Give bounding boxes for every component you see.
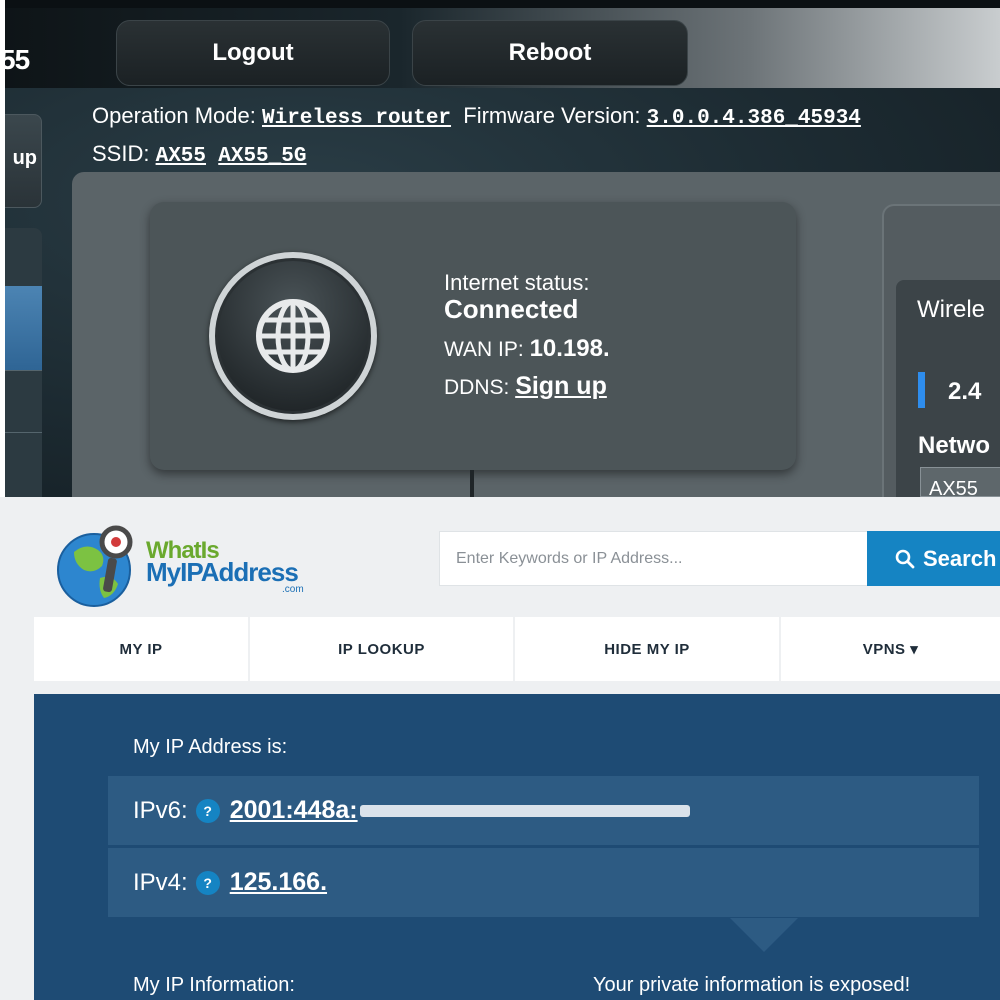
ipv4-help-icon[interactable]: ? bbox=[195, 870, 220, 895]
ipv6-value-link[interactable]: 2001:448a: bbox=[230, 796, 358, 825]
network-name-value: AX55 bbox=[929, 478, 978, 497]
router-admin-panel: 55 Logout Reboot up Operation Mode: Wire… bbox=[0, 0, 1000, 497]
side-menu-divider bbox=[0, 370, 42, 371]
network-name-input[interactable]: AX55 bbox=[920, 467, 1000, 497]
network-name-label: Netwo bbox=[918, 432, 990, 459]
internet-globe-button[interactable] bbox=[209, 252, 377, 420]
ssid-link-5g[interactable]: AX55_5G bbox=[218, 145, 306, 168]
ssid-label: SSID: bbox=[92, 141, 150, 166]
ipv6-help-icon[interactable]: ? bbox=[195, 798, 220, 823]
logout-button[interactable]: Logout bbox=[116, 20, 390, 86]
band-indicator bbox=[918, 372, 925, 408]
ipv6-label: IPv6: bbox=[133, 796, 188, 824]
wan-ip-label: WAN IP: bbox=[444, 338, 524, 361]
top-strip bbox=[0, 0, 1000, 8]
ipv6-row: IPv6: ? 2001:448a: bbox=[108, 776, 979, 845]
wan-ip-line: WAN IP: 10.198. bbox=[444, 335, 610, 363]
operation-mode-line: Operation Mode: Wireless router Firmware… bbox=[92, 103, 861, 130]
nav-vpns-dropdown[interactable]: VPNS ▾ bbox=[781, 617, 1000, 681]
reboot-button[interactable]: Reboot bbox=[412, 20, 688, 86]
side-menu-divider bbox=[0, 432, 42, 433]
network-connector-line bbox=[470, 470, 474, 497]
logo-text-com: .com bbox=[282, 584, 304, 595]
callout-pointer bbox=[730, 918, 798, 952]
operation-mode-link[interactable]: Wireless router bbox=[262, 107, 451, 130]
left-border bbox=[0, 0, 5, 497]
firmware-version-link[interactable]: 3.0.0.4.386_45934 bbox=[647, 107, 861, 130]
wan-ip-value: 10.198. bbox=[529, 335, 610, 362]
ddns-line: DDNS: Sign up bbox=[444, 372, 607, 401]
ipv4-label: IPv4: bbox=[133, 868, 188, 896]
internet-status-label: Internet status: bbox=[444, 270, 590, 295]
logo-text-myipaddress: MyIPAddress bbox=[146, 557, 299, 587]
ssid-line: SSID: AX55 AX55_5G bbox=[92, 141, 306, 168]
nav-hide-my-ip[interactable]: HIDE MY IP bbox=[515, 617, 781, 681]
ddns-label: DDNS: bbox=[444, 376, 510, 399]
side-setup-label: up bbox=[12, 147, 37, 169]
globe-icon bbox=[215, 258, 371, 414]
ssid-link-24g[interactable]: AX55 bbox=[156, 145, 206, 168]
nav-ip-lookup[interactable]: IP LOOKUP bbox=[250, 617, 515, 681]
side-setup-button[interactable]: up bbox=[0, 114, 42, 208]
internet-status-value: Connected bbox=[444, 294, 579, 324]
my-ip-information-heading: My IP Information: bbox=[133, 974, 295, 996]
ipv4-row: IPv4: ? 125.166. bbox=[108, 848, 979, 917]
whatismyip-page: WhatIs MyIPAddress .com Search MY IP IP … bbox=[0, 497, 1000, 1000]
globe-magnifier-icon bbox=[57, 525, 133, 607]
ipv6-redacted-blur bbox=[359, 804, 690, 817]
search-icon bbox=[895, 549, 915, 568]
side-menu-item-active[interactable] bbox=[0, 286, 42, 370]
search-input[interactable] bbox=[439, 531, 869, 586]
ddns-signup-link[interactable]: Sign up bbox=[515, 372, 607, 400]
my-ip-heading: My IP Address is: bbox=[133, 736, 288, 758]
search-button-label: Search bbox=[923, 545, 997, 571]
wireless-heading: Wirele bbox=[917, 296, 986, 323]
firmware-label: Firmware Version: bbox=[463, 103, 641, 128]
exposed-warning-text: Your private information is exposed! bbox=[593, 974, 911, 996]
band-tab-24g[interactable]: 2.4 bbox=[948, 378, 981, 406]
operation-mode-label: Operation Mode: bbox=[92, 103, 256, 128]
nav-my-ip[interactable]: MY IP bbox=[34, 617, 250, 681]
search-button[interactable]: Search bbox=[867, 531, 1000, 586]
ipv4-value-link[interactable]: 125.166. bbox=[230, 868, 327, 897]
main-nav: MY IP IP LOOKUP HIDE MY IP VPNS ▾ bbox=[34, 617, 1000, 681]
